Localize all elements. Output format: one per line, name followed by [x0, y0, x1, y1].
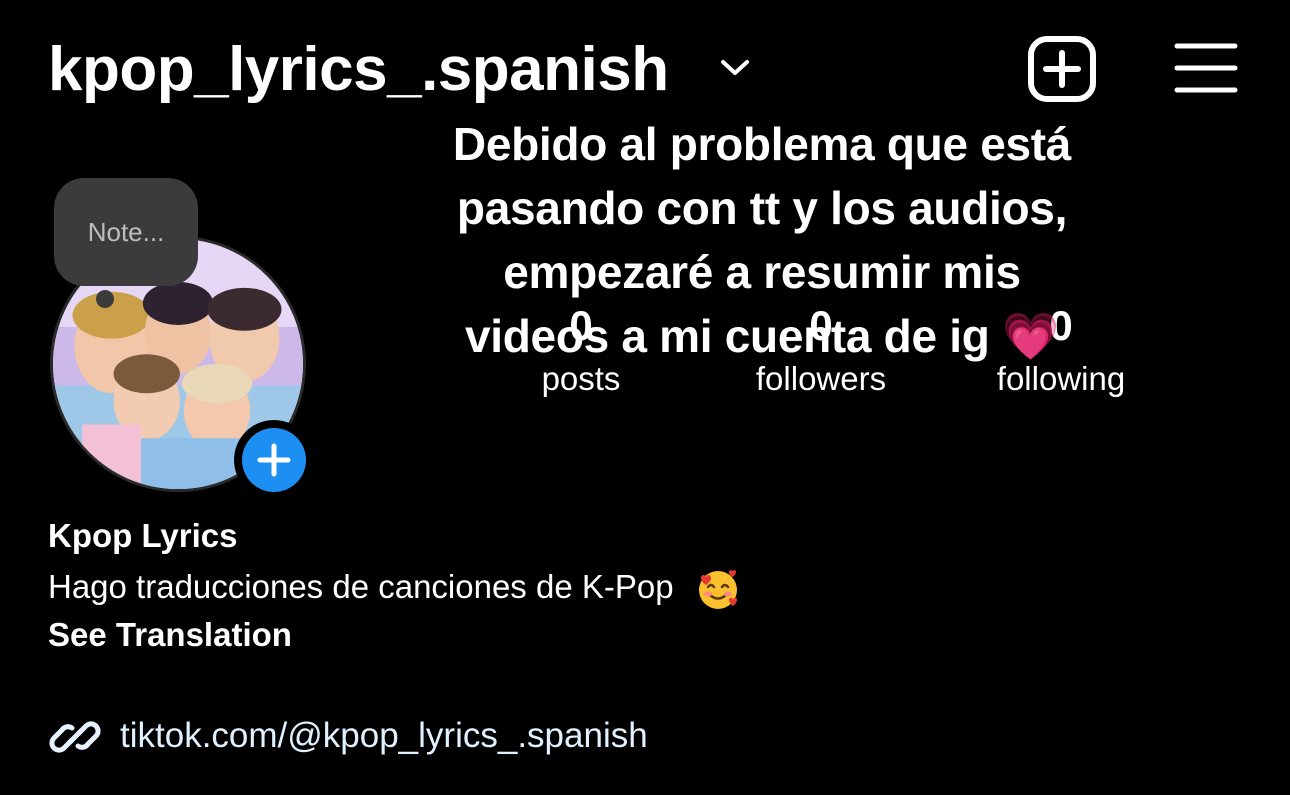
overlay-line: Debido al problema que está [452, 118, 1072, 170]
overlay-line: pasando con tt y los audios, [456, 182, 1068, 234]
note-bubble-tail [96, 290, 114, 308]
hamburger-menu-icon [1174, 43, 1238, 93]
overlay-caption-text: Debido al problema que está pasando con … [392, 112, 1132, 368]
menu-button[interactable] [1174, 42, 1238, 94]
plus-icon [257, 443, 291, 477]
chevron-down-icon[interactable] [718, 56, 752, 80]
see-translation-link[interactable]: See Translation [48, 612, 292, 658]
bio-text: Hago traducciones de canciones de K-Pop [48, 568, 674, 605]
profile-username[interactable]: kpop_lyrics_.spanish [48, 30, 669, 110]
profile-link[interactable]: tiktok.com/@kpop_lyrics_.spanish [120, 712, 648, 760]
profile-bio: Hago traducciones de canciones de K-Pop [48, 564, 741, 612]
note-bubble[interactable]: Note... [54, 178, 198, 286]
add-story-button[interactable] [234, 420, 314, 500]
new-post-button[interactable] [1028, 36, 1096, 102]
profile-display-name: Kpop Lyrics [48, 517, 238, 554]
overlay-line: empezaré a resumir mis [503, 246, 1021, 298]
smiling-face-with-hearts-icon [695, 566, 741, 612]
overlay-line: videos a mi cuenta de ig 💗 [465, 310, 1059, 362]
plus-square-icon [1028, 36, 1096, 102]
link-icon [48, 710, 102, 764]
add-story-circle [242, 428, 306, 492]
